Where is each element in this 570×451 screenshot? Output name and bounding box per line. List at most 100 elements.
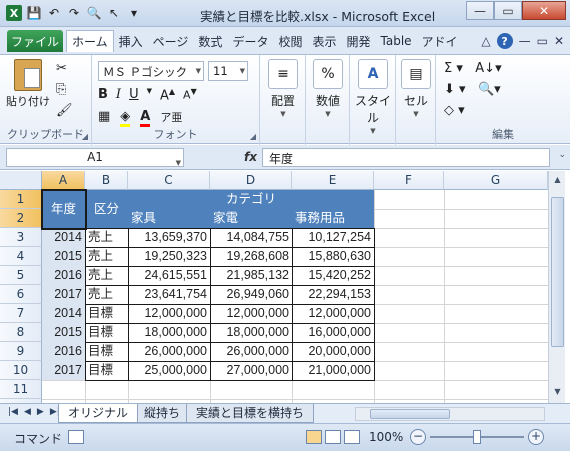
cell-kubun[interactable]: 売上 [86,285,128,304]
column-header-e[interactable]: E [292,171,374,190]
tab-addins[interactable]: アドイ [417,30,463,52]
tab-home[interactable]: ホーム [66,30,114,52]
sheet-tab-vertical[interactable]: 縦持ち [134,404,191,423]
zoom-level[interactable]: 100% [369,430,403,444]
cell-a1-year-header[interactable]: 年度 [42,190,85,228]
cell-value[interactable]: 23,641,754 [128,285,210,304]
page-layout-view-icon[interactable] [325,430,341,444]
save-icon[interactable]: 💾 [26,5,42,21]
row-header-2[interactable]: 2 [0,209,42,228]
font-color-icon[interactable]: A [140,109,151,127]
close-button[interactable]: ✕ [522,1,566,20]
tab-formulas[interactable]: 数式 [193,30,227,52]
first-sheet-icon[interactable]: |◀ [8,407,18,417]
cell-year[interactable]: 2017 [42,361,85,380]
cut-icon[interactable]: ✂ [56,61,73,77]
redo-icon[interactable]: ↷ [66,5,82,21]
row-header-11[interactable]: 11 [0,380,42,399]
sheet-tab-original[interactable]: オリジナル [58,404,139,423]
help-icon[interactable]: ? [496,33,513,49]
tab-file[interactable]: ファイル [7,30,63,52]
insert-function-icon[interactable]: fx [244,150,257,164]
row-header-6[interactable]: 6 [0,285,42,304]
minimize-button[interactable]: — [466,1,494,20]
styles-button[interactable]: A スタイル ▼ [351,59,395,135]
cell-value[interactable]: 26,000,000 [210,342,292,361]
formula-input[interactable]: 年度 [262,148,550,167]
cell-value[interactable]: 22,294,153 [292,285,374,304]
cell-kubun[interactable]: 目標 [86,323,128,342]
column-header-g[interactable]: G [444,171,548,190]
font-name-select[interactable]: ＭＳ Ｐゴシック ▼ [98,61,204,81]
cell-kubun[interactable]: 売上 [86,228,128,247]
worksheet-grid[interactable]: A B C D E F G 1 2 3 4 5 6 7 8 9 10 11 12… [0,171,548,403]
row-header-4[interactable]: 4 [0,247,42,266]
maximize-button[interactable]: ▭ [494,1,522,20]
tab-review[interactable]: 校閲 [273,30,307,52]
cell-kubun[interactable]: 目標 [86,342,128,361]
cell-year[interactable]: 2015 [42,247,85,266]
row-header-9[interactable]: 9 [0,342,42,361]
cell-year[interactable]: 2016 [42,266,85,285]
vertical-scroll-thumb[interactable] [551,197,564,347]
excel-app-icon[interactable]: X [6,5,22,21]
cell-value[interactable]: 27,000,000 [210,361,292,380]
record-macro-icon[interactable] [68,430,84,444]
cell-value[interactable]: 19,268,608 [210,247,292,266]
zoom-out-button[interactable]: − [410,429,426,445]
cell-value[interactable]: 16,000,000 [292,323,374,342]
cell-year[interactable]: 2014 [42,304,85,323]
fill-icon[interactable]: ⬇ ▾ 🔍▾ [444,82,502,97]
underline-dropdown-icon[interactable]: ▼ [147,87,152,103]
doc-restore-icon[interactable]: ▭ [537,34,548,48]
cell-value[interactable]: 15,420,252 [292,266,374,285]
copy-icon[interactable]: ⎘ [56,82,73,98]
scroll-up-icon[interactable]: ▲ [551,173,564,187]
cells-button[interactable]: ▤ セル ▼ [394,59,438,118]
font-launcher-icon[interactable]: ◢ [250,132,256,141]
scroll-down-icon[interactable]: ▼ [551,385,564,399]
row-header-7[interactable]: 7 [0,304,42,323]
tab-table[interactable]: Table [376,30,417,52]
cell-kubun[interactable]: 売上 [86,266,128,285]
column-header-c[interactable]: C [128,171,210,190]
phonetic-guide-icon[interactable]: ア亜 [160,109,182,127]
tab-developer[interactable]: 開発 [341,30,375,52]
cell-value[interactable]: 25,000,000 [128,361,210,380]
cell-value[interactable]: 21,985,132 [210,266,292,285]
cell-value[interactable]: 10,127,254 [292,228,374,247]
cell-kubun[interactable]: 売上 [86,247,128,266]
tab-data[interactable]: データ [227,30,273,52]
cell-c1-category-header[interactable]: カテゴリ [128,190,374,209]
row-header-3[interactable]: 3 [0,228,42,247]
cell-value[interactable]: 18,000,000 [128,323,210,342]
cell-value[interactable]: 15,880,630 [292,247,374,266]
tab-view[interactable]: 表示 [307,30,341,52]
row-header-10[interactable]: 10 [0,361,42,380]
cell-value[interactable]: 14,084,755 [210,228,292,247]
normal-view-icon[interactable] [306,430,322,444]
column-header-a[interactable]: A [42,171,85,190]
zoom-in-button[interactable]: + [528,429,544,445]
cell-value[interactable]: 26,949,060 [210,285,292,304]
find-select-icon[interactable]: 🔍▾ [478,82,501,97]
cell-value[interactable]: 12,000,000 [210,304,292,323]
borders-icon[interactable]: ▦ [98,109,110,127]
tab-insert[interactable]: 挿入 [114,30,148,52]
vertical-scrollbar[interactable]: ▲ ▼ [548,171,565,403]
cell-year[interactable]: 2016 [42,342,85,361]
expand-formula-icon[interactable]: ⌄ [558,150,566,160]
cell-year[interactable]: 2014 [42,228,85,247]
cell-kubun[interactable]: 目標 [86,361,128,380]
cell-kubun[interactable]: 目標 [86,304,128,323]
tab-page-layout[interactable]: ページ [148,30,194,52]
cell-e2-office-supplies[interactable]: 事務用品 [292,209,374,228]
minimize-ribbon-icon[interactable]: △ [481,34,490,48]
autosum-icon[interactable]: Σ ▾ A↓▾ [444,61,502,76]
column-header-b[interactable]: B [85,171,128,190]
prev-sheet-icon[interactable]: ◀ [24,407,31,417]
row-header-5[interactable]: 5 [0,266,42,285]
cell-value[interactable]: 21,000,000 [292,361,374,380]
clear-icon[interactable]: ◇ ▾ [444,103,502,118]
cell-year[interactable]: 2017 [42,285,85,304]
